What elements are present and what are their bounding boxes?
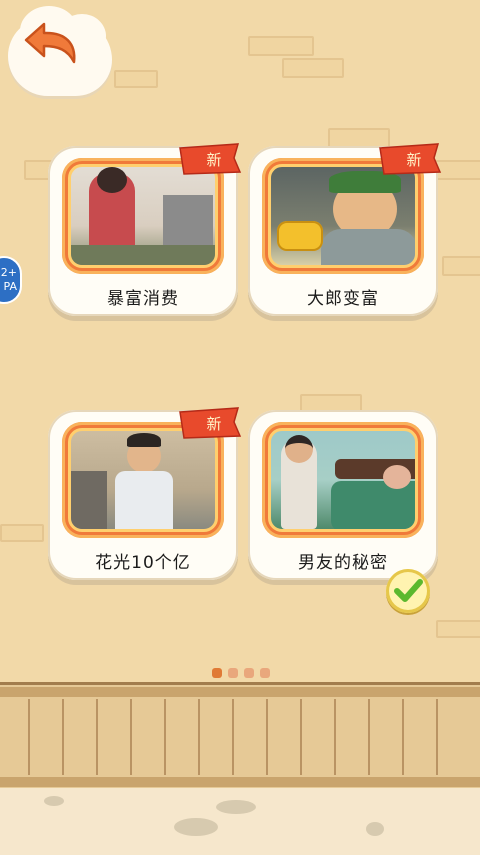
level-card-1[interactable]: 新 暴富消费: [48, 143, 242, 316]
age-rating-text: 2+ PA: [0, 266, 17, 293]
ground-stone: [366, 822, 384, 836]
woman-face: [285, 435, 313, 463]
new-label: 新: [206, 151, 221, 169]
level-card-4[interactable]: 男友的秘密: [248, 410, 438, 580]
fence-rail: [0, 687, 480, 697]
fence-plank: [232, 699, 234, 775]
food-table: [71, 245, 215, 265]
new-ribbon-icon: 新: [179, 407, 242, 439]
fence-plank: [28, 699, 30, 775]
age-rating-badge: 2+ PA: [0, 256, 22, 304]
wall-brick: [282, 58, 344, 78]
gold-ingots: [277, 221, 323, 251]
new-label: 新: [406, 151, 421, 169]
fence-plank: [368, 699, 370, 775]
fence-plank: [164, 699, 166, 775]
fence-plank: [402, 699, 404, 775]
level-4-scene: [268, 428, 418, 532]
level-title: 暴富消费: [107, 289, 179, 309]
back-button[interactable]: [0, 0, 120, 100]
back-arrow-icon: [24, 22, 76, 64]
wall-brick: [114, 70, 158, 88]
page-dot[interactable]: [260, 668, 270, 678]
fence-plank: [266, 699, 268, 775]
wall-brick: [436, 620, 480, 638]
fence-plank: [198, 699, 200, 775]
level-2-scene: [268, 164, 418, 268]
new-label: 新: [206, 415, 221, 433]
ground-stone: [44, 796, 64, 806]
man-body: [321, 229, 415, 265]
ground-stone: [174, 818, 218, 836]
page-dot[interactable]: [212, 668, 222, 678]
ground-stone: [216, 800, 256, 814]
woman-hair: [97, 167, 127, 193]
level-completed-badge: [386, 569, 430, 613]
ground: [0, 788, 480, 855]
new-ribbon-icon: 新: [179, 143, 242, 175]
page-dot[interactable]: [244, 668, 254, 678]
bed-blanket: [331, 481, 415, 529]
fence-plank: [130, 699, 132, 775]
white-shirt: [115, 471, 173, 529]
sleeping-man: [383, 465, 411, 489]
level-title: 大郎变富: [307, 289, 379, 309]
fence-plank: [300, 699, 302, 775]
fence-plank: [96, 699, 98, 775]
new-ribbon-icon: 新: [379, 143, 442, 175]
level-title: 花光10个亿: [95, 553, 191, 573]
fence-plank: [334, 699, 336, 775]
wall-brick: [0, 524, 44, 542]
checkmark-icon: [394, 579, 423, 602]
fence-plank: [62, 699, 64, 775]
fence-plank: [436, 699, 438, 775]
young-man-hair: [127, 433, 161, 447]
chair: [163, 195, 213, 249]
level-card-2[interactable]: 新 大郎变富: [248, 143, 442, 316]
fence-rail: [0, 777, 480, 787]
wooden-fence: [0, 682, 480, 795]
page-dot[interactable]: [228, 668, 238, 678]
bystander: [71, 471, 107, 529]
page-indicator: [212, 668, 270, 678]
wall-brick: [248, 36, 314, 56]
level-1-scene: [68, 164, 218, 268]
level-thumbnail-4: [262, 422, 424, 538]
level-3-scene: [68, 428, 218, 532]
level-card-3[interactable]: 新 花光10个亿: [48, 407, 242, 580]
wall-brick: [442, 256, 480, 276]
